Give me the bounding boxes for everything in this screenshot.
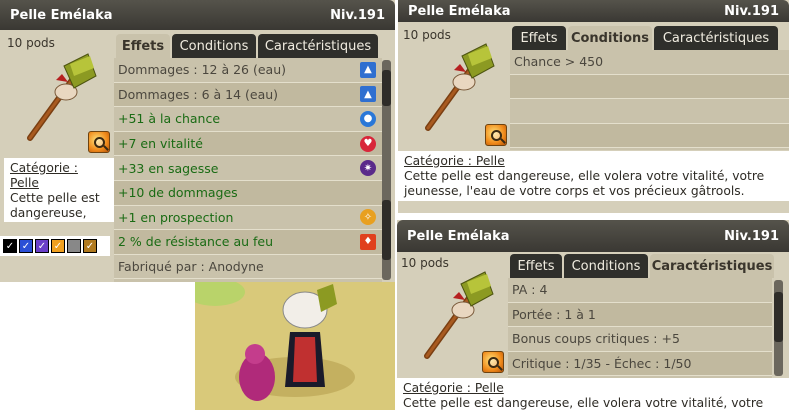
effect-row: +51 à la chance ● <box>114 107 382 132</box>
characteristics-scrollbar[interactable] <box>774 280 783 376</box>
scrollbar-thumb[interactable] <box>382 70 391 106</box>
tab-conditions[interactable]: Conditions <box>568 26 652 50</box>
shovel-icon <box>424 271 494 359</box>
effect-row: 2 % de résistance au feu ♦ <box>114 230 382 255</box>
item-weight: 10 pods <box>7 36 55 50</box>
effect-text: +1 en prospection <box>118 209 234 225</box>
tab-bar: Effets Conditions Caractéristiques <box>512 26 778 50</box>
condition-row <box>510 99 789 124</box>
conditions-list: Chance > 450 <box>510 50 789 150</box>
item-level: Niv.191 <box>724 3 779 19</box>
effect-row: Dommages : 6 à 14 (eau) ▲ <box>114 82 382 108</box>
description-text: Cette pelle est dangereuse, elle volera … <box>403 396 764 410</box>
description-text: Cette pelle est dangereuse, elle volera … <box>10 191 100 222</box>
tab-conditions[interactable]: Conditions <box>564 254 648 278</box>
heart-icon: ♥ <box>360 135 376 152</box>
panel-titlebar[interactable]: Pelle Emélaka Niv.191 <box>398 0 789 22</box>
item-category[interactable]: Catégorie : Pelle <box>403 381 783 396</box>
characteristic-text: Bonus coups critiques : +5 <box>512 331 680 347</box>
characteristic-text: Portée : 1 à 1 <box>512 306 596 322</box>
effect-text: +33 en sagesse <box>118 160 219 176</box>
effect-row: Fabriqué par : Anodyne <box>114 255 382 280</box>
condition-text: Chance > 450 <box>514 54 604 70</box>
swatch-blue[interactable]: ✓ <box>19 239 33 253</box>
characteristic-row: Bonus coups critiques : +5 <box>508 327 772 352</box>
item-description: Catégorie : Pelle Cette pelle est danger… <box>398 151 789 201</box>
wisdom-icon: ✷ <box>360 160 376 177</box>
item-category[interactable]: Catégorie : Pelle <box>404 154 783 169</box>
tab-characteristics[interactable]: Caractéristiques <box>654 26 778 50</box>
effect-text: +10 de dommages <box>118 185 238 201</box>
item-name: Pelle Emélaka <box>408 3 511 19</box>
condition-row: Chance > 450 <box>510 50 789 75</box>
prospection-icon: ✧ <box>360 209 376 226</box>
scrollbar-thumb[interactable] <box>774 292 783 342</box>
effect-text: Fabriqué par : Anodyne <box>118 259 264 275</box>
tab-characteristics[interactable]: Caractéristiques <box>650 254 774 278</box>
fire-icon: ♦ <box>360 233 376 250</box>
effect-text: +7 en vitalité <box>118 136 203 152</box>
item-panel-conditions: Pelle Emélaka Niv.191 10 pods Effets Con… <box>398 0 789 213</box>
description-text: Cette pelle est dangereuse, elle volera … <box>404 169 765 198</box>
swatch-purple[interactable]: ✓ <box>35 239 49 253</box>
effect-text: 2 % de résistance au feu <box>118 234 274 250</box>
chance-icon: ● <box>360 110 376 127</box>
item-level: Niv.191 <box>724 228 779 244</box>
characteristic-text: Critique : 1/35 - Échec : 1/50 <box>512 356 692 372</box>
swatch-orange[interactable]: ✓ <box>51 239 65 253</box>
zoom-button[interactable] <box>485 124 507 146</box>
effects-scrollbar[interactable] <box>382 60 391 280</box>
item-description: Catégorie : Pelle Cette pelle est danger… <box>397 378 789 410</box>
water-damage-icon: ▲ <box>360 61 376 78</box>
item-name: Pelle Emélaka <box>10 7 113 23</box>
effect-row: +10 de dommages <box>114 180 382 206</box>
effect-row: +7 en vitalité ♥ <box>114 131 382 157</box>
item-level: Niv.191 <box>330 7 385 23</box>
effects-list: Dommages : 12 à 26 (eau) ▲ Dommages : 6 à… <box>114 58 382 282</box>
item-name: Pelle Emélaka <box>407 228 510 244</box>
effect-row: +1 en prospection ✧ <box>114 206 382 231</box>
swatch-black[interactable]: ✓ <box>3 239 17 253</box>
condition-row <box>510 74 789 100</box>
tab-characteristics[interactable]: Caractéristiques <box>258 34 378 58</box>
color-swatch-bar: ✓ ✓ ✓ ✓ ✓ <box>0 236 110 256</box>
effect-row: +33 en sagesse ✷ <box>114 156 382 181</box>
characteristic-text: PA : 4 <box>512 282 548 298</box>
panel-titlebar[interactable]: Pelle Emélaka Niv.191 <box>397 220 789 252</box>
effect-text: Dommages : 12 à 26 (eau) <box>118 62 286 78</box>
shovel-icon <box>27 53 97 141</box>
panel-titlebar[interactable]: Pelle Emélaka Niv.191 <box>0 0 395 30</box>
characteristic-row: Critique : 1/35 - Échec : 1/50 <box>508 351 772 377</box>
magnifier-icon <box>490 129 502 141</box>
magnifier-icon <box>487 356 499 368</box>
effect-text: Dommages : 6 à 14 (eau) <box>118 86 279 102</box>
tab-bar: Effets Conditions Caractéristiques <box>116 34 378 58</box>
tab-bar: Effets Conditions Caractéristiques <box>510 254 774 278</box>
swatch-grey[interactable] <box>67 239 81 253</box>
characteristic-row: PA : 4 <box>508 278 772 303</box>
shovel-icon <box>425 43 495 131</box>
scrollbar-thumb[interactable] <box>382 200 391 260</box>
magnifier-icon <box>93 136 105 148</box>
character-preview <box>195 282 395 410</box>
effect-row: Dommages : 12 à 26 (eau) ▲ <box>114 58 382 83</box>
item-panel-characteristics: Pelle Emélaka Niv.191 10 pods Effets Con… <box>397 220 789 410</box>
tab-effects[interactable]: Effets <box>510 254 562 278</box>
condition-row <box>510 123 789 149</box>
characteristic-row: Portée : 1 à 1 <box>508 302 772 328</box>
zoom-button[interactable] <box>482 351 504 373</box>
characteristics-list: PA : 4 Portée : 1 à 1 Bonus coups critiq… <box>508 278 772 378</box>
tab-effects[interactable]: Effets <box>512 26 566 50</box>
tab-effects[interactable]: Effets <box>116 34 170 58</box>
swatch-brown[interactable]: ✓ <box>83 239 97 253</box>
item-category[interactable]: Catégorie : Pelle <box>10 161 108 191</box>
water-damage-icon: ▲ <box>360 86 376 103</box>
effect-text: +51 à la chance <box>118 111 221 127</box>
zoom-button[interactable] <box>88 131 110 153</box>
item-description: Catégorie : Pelle Cette pelle est danger… <box>4 158 114 222</box>
tab-conditions[interactable]: Conditions <box>172 34 256 58</box>
